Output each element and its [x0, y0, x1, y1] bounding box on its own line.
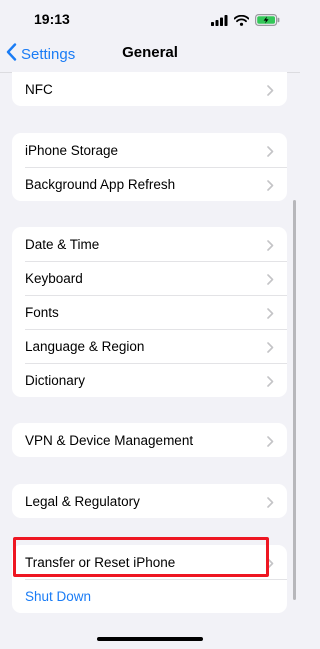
list-item-label: VPN & Device Management	[25, 432, 194, 448]
shut-down-label: Shut Down	[25, 588, 92, 604]
status-time: 19:13	[34, 11, 70, 27]
battery-charging-icon	[255, 13, 280, 31]
list-item-iphone-storage[interactable]: iPhone Storage	[12, 133, 287, 167]
chevron-right-icon	[267, 84, 274, 99]
status-bar: 19:13	[0, 0, 300, 36]
signal-icon	[211, 13, 228, 31]
home-indicator[interactable]	[97, 637, 203, 641]
list-item-label: NFC	[25, 81, 53, 97]
list-item-vpn-device-management[interactable]: VPN & Device Management	[12, 423, 287, 457]
chevron-right-icon	[267, 341, 274, 356]
list-item-label: Background App Refresh	[25, 176, 176, 192]
settings-group-legal: Legal & Regulatory	[12, 484, 287, 518]
list-item-nfc[interactable]: NFC	[12, 72, 287, 106]
settings-group-locale: Date & Time Keyboard Fonts Language & Re…	[12, 227, 287, 397]
list-item-language-region[interactable]: Language & Region	[12, 329, 287, 363]
shut-down-button[interactable]: Shut Down	[12, 579, 287, 613]
scroll-indicator[interactable]	[293, 200, 296, 600]
list-item-label: Date & Time	[25, 236, 100, 252]
highlight-annotation-box	[13, 537, 269, 577]
settings-group-vpn: VPN & Device Management	[12, 423, 287, 457]
list-item-label: Language & Region	[25, 338, 145, 354]
page-title: General	[122, 44, 178, 61]
chevron-right-icon	[267, 435, 274, 450]
list-item-legal-regulatory[interactable]: Legal & Regulatory	[12, 484, 287, 518]
chevron-right-icon	[267, 273, 274, 288]
list-item-background-app-refresh[interactable]: Background App Refresh	[12, 167, 287, 201]
list-item-label: Dictionary	[25, 372, 86, 388]
list-item-keyboard[interactable]: Keyboard	[12, 261, 287, 295]
list-item-dictionary[interactable]: Dictionary	[12, 363, 287, 397]
list-item-fonts[interactable]: Fonts	[12, 295, 287, 329]
list-item-label: Keyboard	[25, 270, 83, 286]
list-item-date-time[interactable]: Date & Time	[12, 227, 287, 261]
settings-group-storage: iPhone Storage Background App Refresh	[12, 133, 287, 201]
list-item-label: Fonts	[25, 304, 59, 320]
list-item-label: iPhone Storage	[25, 142, 119, 158]
list-item-label: Legal & Regulatory	[25, 493, 140, 509]
settings-group-nfc: NFC	[12, 72, 287, 106]
navigation-bar: Settings General	[0, 36, 300, 73]
chevron-right-icon	[267, 145, 274, 160]
chevron-right-icon	[267, 239, 274, 254]
chevron-right-icon	[267, 307, 274, 322]
wifi-icon	[233, 13, 250, 31]
chevron-right-icon	[267, 375, 274, 390]
chevron-right-icon	[267, 179, 274, 194]
status-icons	[211, 13, 280, 31]
chevron-right-icon	[267, 496, 274, 511]
